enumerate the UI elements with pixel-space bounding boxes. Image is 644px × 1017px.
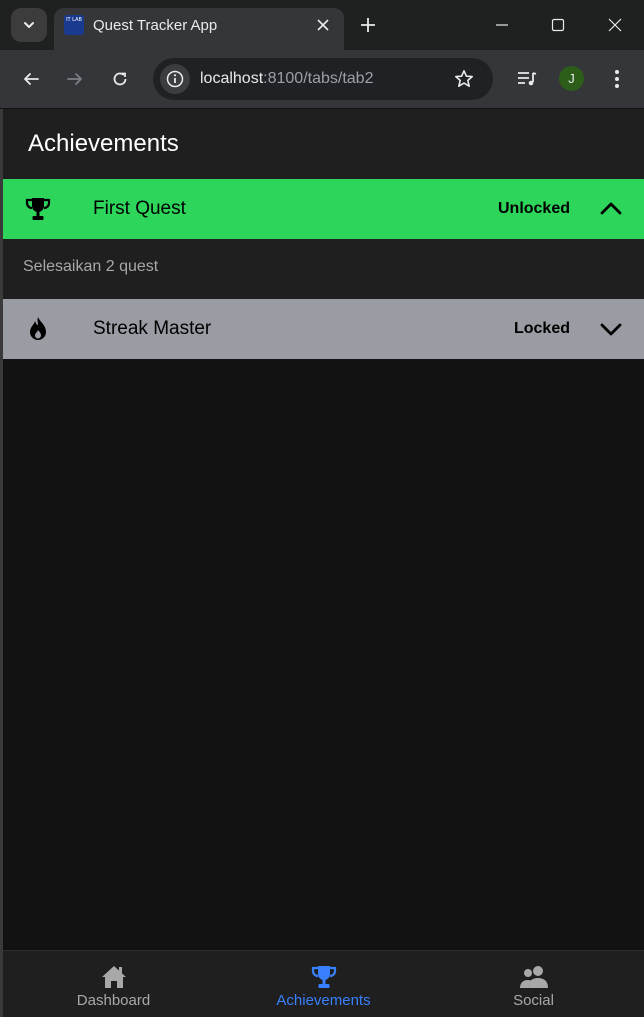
close-icon (608, 18, 622, 32)
achievement-header-first-quest[interactable]: First Quest Unlocked (3, 179, 644, 239)
info-icon (166, 70, 184, 88)
tab-social[interactable]: Social (427, 951, 640, 1017)
tab-achievements[interactable]: Achievements (217, 951, 430, 1017)
tab-title: Quest Tracker App (93, 17, 218, 34)
plus-icon (361, 18, 375, 32)
favicon-icon: IT LAB (64, 15, 84, 35)
trophy-icon (24, 195, 52, 223)
media-controls-button[interactable] (515, 67, 539, 91)
browser-tabstrip: IT LAB Quest Tracker App (0, 0, 644, 50)
achievement-status: Unlocked (497, 200, 570, 217)
achievement-header-streak-master[interactable]: Streak Master Locked (3, 299, 644, 359)
achievement-name: Streak Master (93, 318, 212, 339)
site-info-button[interactable] (160, 64, 190, 94)
chevron-down-icon (598, 316, 624, 342)
window-close-button[interactable] (602, 12, 628, 38)
url-host: localhost (200, 70, 264, 87)
url-text: localhost:8100/tabs/tab2 (200, 70, 373, 88)
minimize-icon (496, 24, 508, 26)
star-icon (455, 70, 473, 87)
new-tab-button[interactable] (357, 14, 379, 36)
browser-toolbar: localhost:8100/tabs/tab2 J (0, 50, 644, 108)
arrow-left-icon (24, 73, 39, 85)
tab-search-button[interactable] (11, 8, 47, 42)
tab-label: Achievements (276, 992, 371, 1009)
trophy-icon (309, 964, 339, 990)
maximize-button[interactable] (545, 12, 571, 38)
flame-icon (24, 315, 52, 343)
forward-button[interactable] (63, 67, 87, 91)
back-button[interactable] (19, 67, 43, 91)
url-path: :8100/tabs/tab2 (263, 70, 374, 87)
people-icon (519, 964, 549, 990)
close-icon (317, 19, 329, 31)
tab-label: Dashboard (76, 992, 151, 1009)
minimize-button[interactable] (489, 12, 515, 38)
reload-icon (113, 72, 127, 86)
tab-close-button[interactable] (314, 16, 332, 34)
profile-avatar[interactable]: J (559, 66, 584, 91)
playlist-icon (518, 72, 537, 86)
browser-tab[interactable]: IT LAB Quest Tracker App (54, 8, 344, 50)
tab-label: Social (513, 992, 554, 1009)
reload-button[interactable] (108, 67, 132, 91)
achievement-status: Locked (513, 320, 570, 337)
home-icon (99, 964, 129, 990)
chevron-up-icon (598, 196, 624, 222)
bookmark-button[interactable] (453, 68, 475, 90)
achievement-content-first-quest: Selesaikan 2 quest (3, 239, 644, 299)
app-header: Achievements (3, 109, 644, 179)
more-vertical-icon (615, 70, 619, 88)
achievement-description: Selesaikan 2 quest (23, 258, 159, 275)
bottom-tab-bar: Dashboard Achievements Social (3, 950, 644, 1017)
arrow-right-icon (67, 73, 82, 85)
browser-menu-button[interactable] (605, 67, 629, 91)
tab-dashboard[interactable]: Dashboard (7, 951, 220, 1017)
maximize-icon (551, 18, 565, 32)
page-title: Achievements (28, 130, 179, 157)
chevron-down-icon (24, 22, 34, 28)
achievement-name: First Quest (93, 198, 186, 219)
address-bar[interactable]: localhost:8100/tabs/tab2 (153, 58, 493, 100)
